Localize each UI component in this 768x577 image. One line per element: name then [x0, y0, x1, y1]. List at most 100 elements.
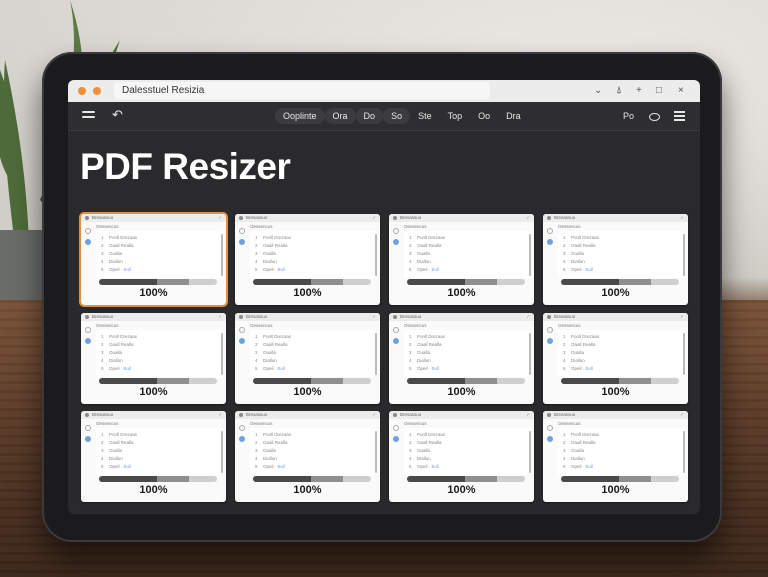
progress-label: 100% — [447, 287, 476, 299]
radio-icon[interactable] — [547, 327, 553, 333]
radio-selected-icon[interactable] — [239, 239, 245, 245]
scrollbar[interactable] — [683, 234, 685, 276]
file-card[interactable]: Bresassuo ✓ Oessencus 1 Ponll Drezaas 2 Oaa… — [235, 411, 380, 502]
list-item-label: Diallun — [109, 358, 123, 363]
close-icon[interactable]: × — [678, 84, 684, 98]
list-item: 5 Opeil · Bull — [101, 464, 132, 469]
list-item: 2 Oaall Realla — [255, 440, 288, 445]
radio-selected-icon[interactable] — [239, 338, 245, 344]
refresh-icon[interactable]: ↶ — [112, 107, 123, 123]
radio-icon[interactable] — [239, 228, 245, 234]
scrollbar[interactable] — [683, 333, 685, 375]
card-subtitle: Oessencus — [96, 323, 119, 328]
check-icon[interactable]: ✓ — [680, 314, 684, 320]
scrollbar[interactable] — [375, 333, 377, 375]
list-item-label: Oaall Realla — [571, 243, 596, 248]
progress-label: 100% — [139, 287, 168, 299]
check-icon[interactable]: ✓ — [372, 412, 376, 418]
radio-icon[interactable] — [393, 327, 399, 333]
file-card[interactable]: Bresassuo ✓ Oessencus 1 Ponll Drezaas 2 Oaa… — [389, 313, 534, 404]
menu-icon[interactable] — [82, 111, 95, 121]
window-close-dot[interactable] — [78, 87, 86, 95]
file-card[interactable]: Bresassuo ✓ Oessencus 1 Ponll Drezaas 2 Oaa… — [389, 214, 534, 305]
radio-selected-icon[interactable] — [393, 338, 399, 344]
scrollbar[interactable] — [375, 234, 377, 276]
radio-selected-icon[interactable] — [85, 436, 91, 442]
check-icon[interactable]: ✓ — [526, 314, 530, 320]
check-icon[interactable]: ✓ — [526, 412, 530, 418]
radio-selected-icon[interactable] — [85, 239, 91, 245]
radio-selected-icon[interactable] — [547, 338, 553, 344]
file-card[interactable]: Bresassuo ✓ Oessencus 1 Ponll Drezaas 2 Oaa… — [543, 313, 688, 404]
radio-icon[interactable] — [85, 228, 91, 234]
pin-icon[interactable]: ⍋ — [616, 84, 622, 98]
radio-selected-icon[interactable] — [85, 338, 91, 344]
scrollbar[interactable] — [221, 234, 223, 276]
radio-selected-icon[interactable] — [547, 239, 553, 245]
progress-fill — [407, 378, 465, 384]
list-item: 2 Oaall Realla — [563, 243, 596, 248]
radio-selected-icon[interactable] — [393, 436, 399, 442]
check-icon[interactable]: ✓ — [680, 412, 684, 418]
address-field[interactable]: Dalesstuel Resizia — [114, 82, 490, 99]
list-item-label: Ponll Drezaas — [571, 235, 600, 240]
scrollbar[interactable] — [375, 431, 377, 473]
file-card[interactable]: Bresassuo ✓ Oessencus 1 Ponll Drezaas 2 Oaa… — [389, 411, 534, 502]
card-header: Bresassuo ✓ — [81, 313, 226, 321]
check-icon[interactable]: ✓ — [680, 215, 684, 221]
check-icon[interactable]: ✓ — [372, 314, 376, 320]
check-icon[interactable]: ✓ — [218, 215, 222, 221]
radio-icon[interactable] — [85, 327, 91, 333]
list-item: 5 Opeil · Bull — [563, 464, 594, 469]
scrollbar[interactable] — [529, 333, 531, 375]
scrollbar[interactable] — [221, 333, 223, 375]
tab-ste[interactable]: Ste — [410, 108, 440, 124]
maximize-icon[interactable]: □ — [656, 84, 662, 98]
tab-dra[interactable]: Dra — [498, 108, 529, 124]
radio-icon[interactable] — [393, 228, 399, 234]
radio-selected-icon[interactable] — [239, 436, 245, 442]
tab-oo[interactable]: Oo — [470, 108, 498, 124]
toolbar-right-label[interactable]: Po — [623, 109, 634, 123]
file-card[interactable]: Bresassuo ✓ Oessencus 1 Ponll Drezaas 2 Oaa… — [235, 313, 380, 404]
file-card[interactable]: Bresassuo ✓ Oessencus 1 Ponll Drezaas 2 Oaa… — [235, 214, 380, 305]
scrollbar[interactable] — [683, 431, 685, 473]
scrollbar[interactable] — [221, 431, 223, 473]
toggle-icon[interactable] — [649, 113, 660, 121]
tab-ooplinte[interactable]: Ooplinte — [275, 108, 325, 124]
radio-icon[interactable] — [547, 425, 553, 431]
radio-selected-icon[interactable] — [547, 436, 553, 442]
tab-top[interactable]: Top — [440, 108, 471, 124]
window-minimize-dot[interactable] — [93, 87, 101, 95]
progress-label: 100% — [139, 484, 168, 496]
check-icon[interactable]: ✓ — [526, 215, 530, 221]
tab-ora[interactable]: Ora — [324, 108, 356, 124]
scrollbar[interactable] — [529, 431, 531, 473]
check-icon[interactable]: ✓ — [218, 314, 222, 320]
file-card[interactable]: Bresassuo ✓ Oessencus 1 Ponll Drezaas 2 Oaa… — [81, 411, 226, 502]
check-icon[interactable]: ✓ — [372, 215, 376, 221]
radio-icon[interactable] — [239, 327, 245, 333]
scrollbar[interactable] — [529, 234, 531, 276]
list-item-label: Diallun — [571, 456, 585, 461]
radio-icon[interactable] — [239, 425, 245, 431]
file-card[interactable]: Bresassuo ✓ Oessencus 1 Ponll Drezaas 2 Oaa… — [543, 214, 688, 305]
check-icon[interactable]: ✓ — [218, 412, 222, 418]
list-item: 3 Oualla — [563, 448, 585, 453]
radio-icon[interactable] — [85, 425, 91, 431]
progress-label: 100% — [293, 386, 322, 398]
file-card[interactable]: Bresassuo ✓ Oessencus 1 Ponll Drezaas 2 Oaa… — [81, 313, 226, 404]
chevron-down-icon[interactable]: ⌄ — [594, 84, 602, 98]
tab-do[interactable]: Do — [355, 108, 384, 124]
file-card[interactable]: Bresassuo ✓ Oessencus 1 Ponll Drezaas 2 Oaa… — [79, 212, 228, 307]
radio-selected-icon[interactable] — [393, 239, 399, 245]
list-item: 1 Ponll Drezaas — [563, 432, 600, 437]
more-menu-icon[interactable] — [674, 111, 685, 124]
new-tab-icon[interactable]: + — [636, 84, 642, 98]
file-card[interactable]: Bresassuo ✓ Oessencus 1 Ponll Drezaas 2 Oaa… — [543, 411, 688, 502]
item-suffix: · Bull — [428, 366, 440, 371]
progress-label: 100% — [447, 386, 476, 398]
radio-icon[interactable] — [547, 228, 553, 234]
radio-icon[interactable] — [393, 425, 399, 431]
tab-so[interactable]: So — [383, 108, 411, 124]
